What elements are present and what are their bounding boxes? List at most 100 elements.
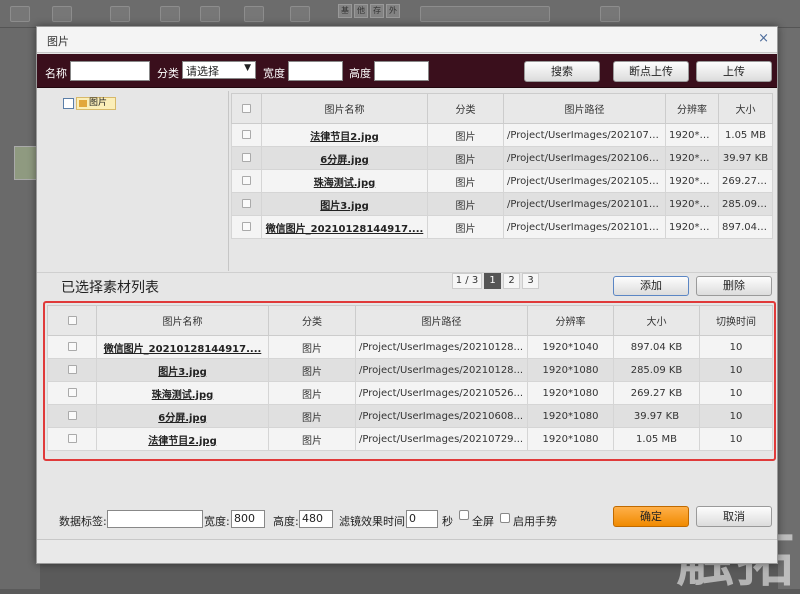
width-setting-input[interactable]: 800 [231, 510, 265, 528]
fullscreen-checkbox[interactable] [459, 510, 469, 520]
close-icon[interactable]: × [758, 31, 769, 46]
cell-switch-time[interactable]: 10 [699, 358, 773, 382]
data-tag-input[interactable] [107, 510, 203, 528]
image-name-link[interactable]: 法律节目2.jpg [148, 436, 217, 447]
toolbar-icon[interactable] [290, 6, 310, 22]
name-search-input[interactable] [70, 61, 150, 81]
gesture-checkbox[interactable] [500, 513, 510, 523]
dropdown-arrow-icon: ▼ [244, 63, 251, 73]
table-row[interactable]: 珠海测试.jpg 图片 /Project/UserImages/20210526… [231, 169, 773, 193]
table-row[interactable]: 珠海测试.jpg 图片 /Project/UserImages/20210526… [47, 381, 773, 405]
select-all-checkbox-cell[interactable] [47, 305, 97, 336]
toolbar-button[interactable]: 他 [354, 4, 368, 18]
row-checkbox-cell[interactable] [231, 146, 262, 170]
toolbar-icon[interactable] [160, 6, 180, 22]
row-checkbox[interactable] [67, 365, 77, 374]
row-checkbox[interactable] [242, 222, 251, 231]
tree-node-folder[interactable]: 图片 [76, 97, 116, 110]
table-row[interactable]: 6分屏.jpg 图片 /Project/UserImages/20210608.… [47, 404, 773, 428]
background-left-panel [0, 28, 40, 589]
row-checkbox[interactable] [242, 153, 251, 162]
image-name-link[interactable]: 微信图片_20210128144917.... [266, 224, 424, 235]
resume-upload-button[interactable]: 断点上传 [613, 61, 689, 82]
cell-switch-time[interactable]: 10 [699, 381, 773, 405]
cell-category: 图片 [427, 123, 504, 147]
tree-node-label: 图片 [89, 98, 108, 108]
toolbar-button[interactable]: 基 [338, 4, 352, 18]
image-name-link[interactable]: 图片3.jpg [320, 201, 369, 212]
cell-size: 39.97 KB [718, 146, 773, 170]
column-header-category: 分类 [427, 93, 504, 124]
page-button-1[interactable]: 1 [484, 273, 501, 289]
image-name-link[interactable]: 6分屏.jpg [158, 413, 207, 424]
row-checkbox-cell[interactable] [231, 192, 262, 216]
table-row[interactable]: 图片3.jpg 图片 /Project/UserImages/20210128.… [231, 192, 773, 216]
page-button-3[interactable]: 3 [522, 273, 539, 289]
category-select[interactable]: 请选择 ▼ [182, 61, 256, 79]
row-checkbox-cell[interactable] [47, 427, 97, 451]
toolbar-icon[interactable] [200, 6, 220, 22]
image-name-link[interactable]: 6分屏.jpg [320, 155, 369, 166]
filter-time-input[interactable]: 0 [406, 510, 438, 528]
dialog-titlebar: 图片 × [37, 27, 777, 53]
toolbar-icon[interactable] [10, 6, 30, 22]
row-checkbox[interactable] [67, 388, 77, 397]
table-row[interactable]: 微信图片_20210128144917.... 图片 /Project/User… [47, 335, 773, 359]
search-button[interactable]: 搜索 [524, 61, 600, 82]
toolbar-button[interactable]: 存 [370, 4, 384, 18]
image-name-link[interactable]: 法律节目2.jpg [310, 132, 379, 143]
confirm-button[interactable]: 确定 [613, 506, 689, 527]
row-checkbox[interactable] [67, 411, 77, 420]
row-checkbox-cell[interactable] [231, 169, 262, 193]
toolbar-icon[interactable] [244, 6, 264, 22]
upload-button[interactable]: 上传 [696, 61, 772, 82]
width-search-input[interactable] [288, 61, 343, 81]
table-row[interactable]: 6分屏.jpg 图片 /Project/UserImages/20210608.… [231, 146, 773, 170]
height-search-input[interactable] [374, 61, 429, 81]
table-row[interactable]: 法律节目2.jpg 图片 /Project/UserImages/2021072… [231, 123, 773, 147]
height-setting-input[interactable]: 480 [299, 510, 333, 528]
row-checkbox-cell[interactable] [47, 381, 97, 405]
cell-switch-time[interactable]: 10 [699, 404, 773, 428]
image-name-link[interactable]: 微信图片_20210128144917.... [104, 344, 262, 355]
cell-name: 法律节目2.jpg [96, 427, 269, 451]
page-button-2[interactable]: 2 [503, 273, 520, 289]
image-name-link[interactable]: 图片3.jpg [158, 367, 207, 378]
toolbar-button[interactable]: 外 [386, 4, 400, 18]
image-name-link[interactable]: 珠海测试.jpg [314, 178, 376, 189]
row-checkbox[interactable] [67, 434, 77, 443]
width-label: 宽度 [263, 67, 285, 80]
tree-node-checkbox[interactable] [63, 98, 74, 109]
row-checkbox-cell[interactable] [47, 358, 97, 382]
row-checkbox[interactable] [242, 176, 251, 185]
cell-path: /Project/UserImages/20210128... [355, 335, 528, 359]
toolbar-icon[interactable] [110, 6, 130, 22]
table-row[interactable]: 法律节目2.jpg 图片 /Project/UserImages/2021072… [47, 427, 773, 451]
toolbar-icon[interactable] [52, 6, 72, 22]
row-checkbox[interactable] [67, 342, 77, 351]
cell-switch-time[interactable]: 10 [699, 427, 773, 451]
background-right-panel [778, 28, 800, 589]
add-button[interactable]: 添加 [613, 276, 689, 296]
row-checkbox[interactable] [242, 130, 251, 139]
select-all-checkbox[interactable] [242, 103, 251, 113]
row-checkbox-cell[interactable] [47, 335, 97, 359]
cancel-button[interactable]: 取消 [696, 506, 772, 527]
select-all-checkbox[interactable] [67, 315, 77, 325]
row-checkbox-cell[interactable] [231, 215, 262, 239]
row-checkbox-cell[interactable] [47, 404, 97, 428]
column-header-resolution: 分辨率 [527, 305, 614, 336]
cell-resolution: 1920*1080 [665, 146, 719, 170]
table-row[interactable]: 图片3.jpg 图片 /Project/UserImages/20210128.… [47, 358, 773, 382]
image-name-link[interactable]: 珠海测试.jpg [152, 390, 214, 401]
align-tools-icon[interactable] [420, 6, 550, 22]
row-checkbox-cell[interactable] [231, 123, 262, 147]
toolbar-icon[interactable] [600, 6, 620, 22]
data-tag-label: 数据标签: [59, 515, 107, 528]
table-row[interactable]: 微信图片_20210128144917.... 图片 /Project/User… [231, 215, 773, 239]
select-all-checkbox-cell[interactable] [231, 93, 262, 124]
delete-button[interactable]: 删除 [696, 276, 772, 296]
cell-switch-time[interactable]: 10 [699, 335, 773, 359]
row-checkbox[interactable] [242, 199, 251, 208]
cell-size: 269.27 KB [613, 381, 700, 405]
